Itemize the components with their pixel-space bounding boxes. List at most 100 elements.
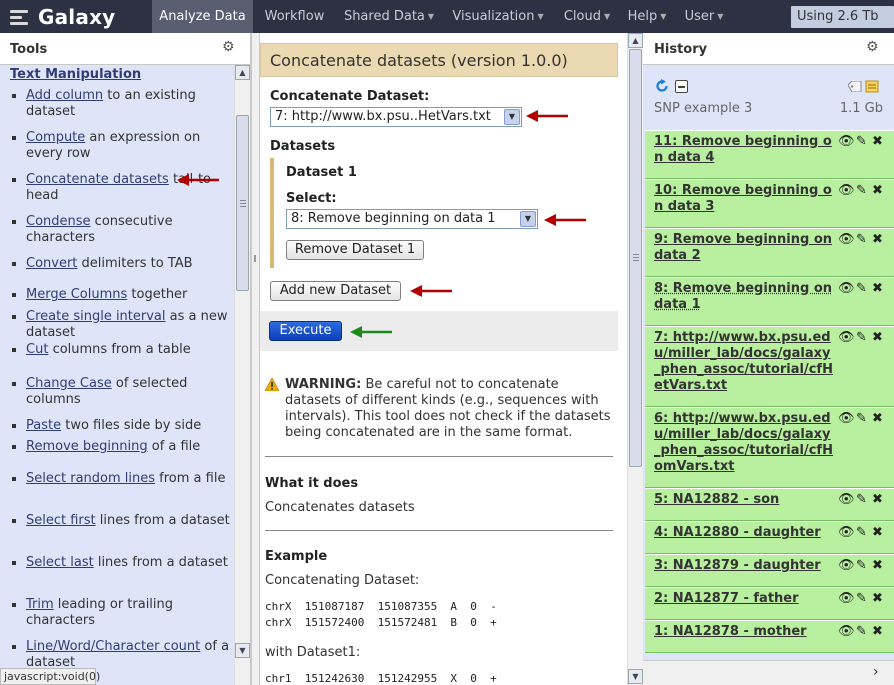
tool-link[interactable]: Trim [26, 597, 54, 612]
eye-icon[interactable]: 👁 [838, 184, 855, 198]
scroll-thumb[interactable] [236, 115, 249, 291]
tool-panel-scrollbar[interactable]: ▲ ▼ [234, 65, 250, 685]
history-dataset[interactable]: 5: NA12882 - son 👁 ✎ ✖ [645, 488, 894, 521]
tool-section-title[interactable]: Text Manipulation [10, 67, 141, 82]
brand[interactable]: Galaxy [0, 0, 152, 33]
tool-form-scrollbar[interactable]: ▲ ▼ [627, 33, 643, 685]
history-dataset[interactable]: 3: NA12879 - daughter 👁 ✎ ✖ [645, 554, 894, 587]
history-dataset[interactable]: 9: Remove beginning on data 2 👁 ✎ ✖ [645, 228, 894, 277]
eye-icon[interactable]: 👁 [838, 526, 855, 540]
tool-link[interactable]: Select random lines [26, 471, 155, 486]
pencil-icon[interactable]: ✎ [856, 592, 867, 606]
history-dataset[interactable]: 10: Remove beginning on data 3 👁 ✎ ✖ [645, 179, 894, 228]
nav-user[interactable]: User ▼ [674, 0, 734, 33]
tool-link[interactable]: Remove beginning [26, 439, 148, 454]
delete-icon[interactable]: ✖ [872, 592, 883, 606]
delete-icon[interactable]: ✖ [872, 559, 883, 573]
concat-dataset-select[interactable]: 7: http://www.bx.psu..HetVars.txt ▼ [270, 107, 522, 127]
dataset-title[interactable]: 2: NA12877 - father [654, 591, 799, 606]
history-dataset[interactable]: 11: Remove beginning on data 4 👁 ✎ ✖ [645, 130, 894, 179]
eye-icon[interactable]: 👁 [838, 493, 855, 507]
scroll-down-icon[interactable]: ▼ [235, 643, 250, 658]
remove-dataset-button[interactable]: Remove Dataset 1 [286, 240, 424, 260]
nav-cloud[interactable]: Cloud ▼ [554, 0, 620, 33]
tool-link[interactable]: Cut [26, 342, 48, 357]
pencil-icon[interactable]: ✎ [856, 559, 867, 573]
eye-icon[interactable]: 👁 [838, 135, 855, 149]
eye-icon[interactable]: 👁 [838, 559, 855, 573]
dataset-title[interactable]: 8: Remove beginning on data 1 [654, 281, 832, 312]
history-dataset[interactable]: 4: NA12880 - daughter 👁 ✎ ✖ [645, 521, 894, 554]
history-dataset[interactable]: 8: Remove beginning on data 1 👁 ✎ ✖ [645, 277, 894, 326]
delete-icon[interactable]: ✖ [872, 625, 883, 639]
tool-link[interactable]: Merge Columns [26, 287, 127, 302]
tool-link[interactable]: Paste [26, 418, 61, 433]
delete-icon[interactable]: ✖ [872, 493, 883, 507]
delete-icon[interactable]: ✖ [872, 135, 883, 149]
execute-button[interactable]: Execute [269, 321, 342, 341]
eye-icon[interactable]: 👁 [838, 412, 855, 426]
gear-icon[interactable]: ⚙ [222, 40, 236, 54]
pencil-icon[interactable]: ✎ [856, 625, 867, 639]
eye-icon[interactable]: 👁 [838, 233, 855, 247]
add-dataset-button[interactable]: Add new Dataset [270, 281, 401, 301]
tool-link[interactable]: Convert [26, 256, 77, 271]
history-dataset[interactable]: 7: http://www.bx.psu.edu/miller_lab/docs… [645, 326, 894, 407]
left-panel-divider[interactable] [251, 33, 260, 685]
scroll-thumb[interactable] [629, 49, 642, 467]
nav-shared-data[interactable]: Shared Data ▼ [336, 0, 442, 33]
dataset-title[interactable]: 6: http://www.bx.psu.edu/miller_lab/docs… [654, 411, 833, 474]
history-dataset[interactable]: 1: NA12878 - mother 👁 ✎ ✖ [645, 620, 894, 653]
dataset-title[interactable]: 11: Remove beginning on data 4 [654, 134, 832, 165]
scroll-down-icon[interactable]: ▼ [628, 669, 643, 684]
tool-link[interactable]: Compute [26, 130, 85, 145]
dataset-title[interactable]: 1: NA12878 - mother [654, 624, 807, 639]
chevron-right-icon[interactable]: › [873, 664, 879, 680]
nav-help[interactable]: Help ▼ [620, 0, 674, 33]
tool-link[interactable]: Add column [26, 88, 103, 103]
dataset-1-select[interactable]: 8: Remove beginning on data 1 ▼ [286, 209, 538, 229]
dataset-title[interactable]: 10: Remove beginning on data 3 [654, 183, 832, 214]
eye-icon[interactable]: 👁 [838, 592, 855, 606]
pencil-icon[interactable]: ✎ [856, 331, 867, 345]
scroll-up-icon[interactable]: ▲ [628, 33, 643, 48]
history-dataset[interactable]: 6: http://www.bx.psu.edu/miller_lab/docs… [645, 407, 894, 488]
dataset-title[interactable]: 7: http://www.bx.psu.edu/miller_lab/docs… [654, 330, 833, 393]
tool-link[interactable]: Condense [26, 214, 91, 229]
dataset-title[interactable]: 9: Remove beginning on data 2 [654, 232, 832, 263]
tool-link[interactable]: Create single interval [26, 309, 166, 324]
delete-icon[interactable]: ✖ [872, 282, 883, 296]
history-scrollbar[interactable]: › [643, 660, 894, 685]
pencil-icon[interactable]: ✎ [856, 493, 867, 507]
pencil-icon[interactable]: ✎ [856, 233, 867, 247]
tool-link[interactable]: Line/Word/Character count [26, 639, 200, 654]
tool-link[interactable]: Select last [26, 555, 94, 570]
tool-link[interactable]: Concatenate datasets [26, 172, 169, 187]
refresh-icon[interactable] [655, 79, 669, 93]
delete-icon[interactable]: ✖ [872, 233, 883, 247]
delete-icon[interactable]: ✖ [872, 184, 883, 198]
delete-icon[interactable]: ✖ [872, 331, 883, 345]
eye-icon[interactable]: 👁 [838, 331, 855, 345]
pencil-icon[interactable]: ✎ [856, 282, 867, 296]
tool-link[interactable]: Select first [26, 513, 96, 528]
collapse-icon[interactable] [675, 80, 688, 93]
dataset-title[interactable]: 4: NA12880 - daughter [654, 525, 821, 540]
gear-icon[interactable]: ⚙ [866, 40, 880, 54]
eye-icon[interactable]: 👁 [838, 625, 855, 639]
history-dataset[interactable]: 2: NA12877 - father 👁 ✎ ✖ [645, 587, 894, 620]
delete-icon[interactable]: ✖ [872, 526, 883, 540]
annotate-icon[interactable] [865, 80, 879, 93]
dataset-title[interactable]: 3: NA12879 - daughter [654, 558, 821, 573]
eye-icon[interactable]: 👁 [838, 282, 855, 296]
pencil-icon[interactable]: ✎ [856, 135, 867, 149]
dataset-title[interactable]: 5: NA12882 - son [654, 492, 779, 507]
nav-visualization[interactable]: Visualization ▼ [442, 0, 554, 33]
delete-icon[interactable]: ✖ [872, 412, 883, 426]
pencil-icon[interactable]: ✎ [856, 184, 867, 198]
pencil-icon[interactable]: ✎ [856, 412, 867, 426]
nav-workflow[interactable]: Workflow [253, 0, 336, 33]
pencil-icon[interactable]: ✎ [856, 526, 867, 540]
tag-icon[interactable] [847, 80, 862, 93]
tool-link[interactable]: Change Case [26, 376, 112, 391]
